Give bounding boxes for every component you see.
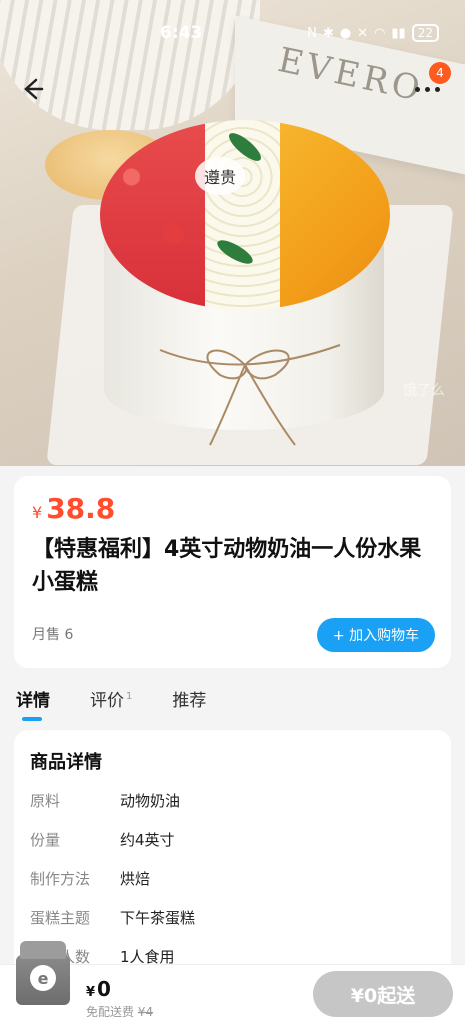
price-value: 38.8	[46, 492, 116, 525]
eleme-logo-icon: e	[30, 965, 56, 991]
delivery-original-fee: ¥4	[137, 1005, 154, 1019]
nfc-icon: N	[307, 25, 317, 41]
add-to-cart-button[interactable]: + 加入购物车	[317, 618, 435, 652]
product-image[interactable]: EVERO 遵贵 饿了么	[0, 0, 465, 466]
cart-box-lid	[20, 941, 66, 959]
twine-bow	[159, 344, 341, 446]
cart-total: ¥0	[86, 977, 111, 1001]
tab-recommend[interactable]: 推荐	[172, 686, 206, 711]
total-value: 0	[97, 977, 111, 1001]
tab-details[interactable]: 详情	[16, 686, 50, 721]
detail-tabs: 详情 评价 1 推荐	[16, 686, 206, 721]
product-card: ¥ 38.8 【特惠福利】4英寸动物奶油一人份水果小蛋糕 月售 6 + 加入购物…	[14, 476, 451, 668]
battery-icon: 22	[411, 24, 439, 42]
detail-key: 蛋糕主题	[30, 909, 91, 927]
tab-label: 详情	[16, 691, 50, 711]
monthly-sales: 月售 6	[32, 627, 74, 643]
detail-row: 份量 约4英寸	[30, 829, 435, 850]
image-watermark: 饿了么	[403, 383, 445, 399]
strawberry-topping	[100, 120, 205, 310]
tab-label: 评价	[90, 691, 124, 711]
wifi-icon: ◠	[374, 25, 386, 41]
detail-row: 原料 动物奶油	[30, 790, 435, 811]
delivery-label: 免配送费	[86, 1005, 135, 1019]
status-time: 6:43	[160, 23, 203, 43]
detail-value: 约4英寸	[120, 831, 175, 849]
details-heading: 商品详情	[30, 752, 102, 773]
product-price: ¥ 38.8	[32, 492, 433, 525]
checkout-button[interactable]: ¥0起送	[313, 971, 453, 1017]
delivery-fee: 免配送费 ¥4	[86, 1003, 153, 1020]
bottom-bar: e ¥0 免配送费 ¥4 ¥0起送	[0, 941, 465, 1024]
cake-tag: 遵贵	[195, 157, 245, 195]
detail-row: 制作方法 烘焙	[30, 868, 435, 889]
product-details: 商品详情 原料动物奶油 份量约4英寸 制作方法烘焙 蛋糕主题下午茶蛋糕 适合人数…	[14, 730, 451, 990]
status-bar: 6:43 N ✱ ● ✕ ◠ ▮▮ 22	[0, 0, 465, 66]
tab-label: 推荐	[172, 691, 207, 711]
cart-box-icon[interactable]: e	[16, 941, 70, 1005]
detail-value: 动物奶油	[120, 792, 181, 810]
detail-key: 原料	[30, 792, 61, 810]
mute-icon: ✕	[357, 25, 369, 41]
tab-reviews[interactable]: 评价 1	[90, 686, 132, 711]
detail-key: 份量	[30, 831, 61, 849]
notification-badge: 4	[429, 62, 451, 84]
detail-value: 下午茶蛋糕	[120, 909, 196, 927]
detail-value: 烘焙	[120, 870, 151, 888]
signal-icon: ▮▮	[391, 25, 406, 41]
mango-topping	[280, 120, 390, 310]
back-arrow-icon[interactable]	[18, 76, 48, 106]
location-icon: ●	[339, 25, 352, 41]
status-icons: N ✱ ● ✕ ◠ ▮▮ 22	[307, 24, 439, 42]
price-currency: ¥	[32, 503, 43, 522]
detail-key: 制作方法	[30, 870, 91, 888]
total-currency: ¥	[86, 985, 96, 1000]
detail-row: 蛋糕主题 下午茶蛋糕	[30, 907, 435, 928]
back-arrow-svg	[24, 78, 44, 100]
review-count: 1	[126, 691, 133, 703]
bluetooth-icon: ✱	[322, 25, 334, 41]
product-title: 【特惠福利】4英寸动物奶油一人份水果小蛋糕	[32, 537, 422, 595]
